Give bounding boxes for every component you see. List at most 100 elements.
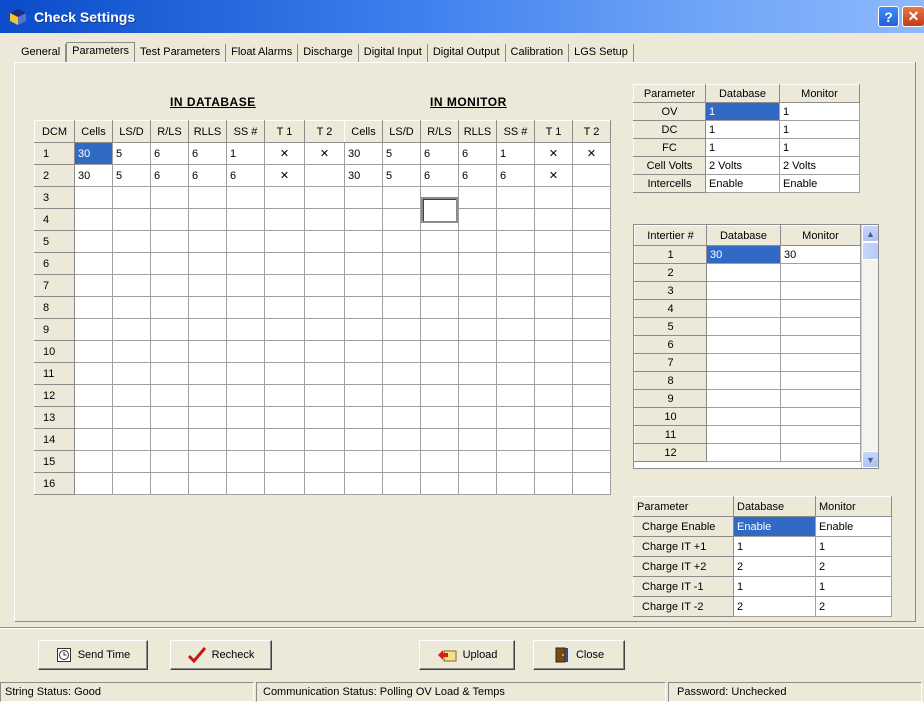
monitor-cell[interactable] — [344, 340, 383, 363]
monitor-cell[interactable] — [572, 318, 611, 341]
db-cell[interactable] — [112, 274, 151, 297]
charge-cell[interactable]: 2 — [815, 596, 892, 617]
db-cell[interactable] — [74, 384, 113, 407]
tab-calibration[interactable]: Calibration — [506, 44, 570, 62]
monitor-column-header[interactable]: RLLS — [458, 120, 497, 143]
monitor-cell[interactable] — [496, 340, 535, 363]
monitor-cell[interactable] — [572, 186, 611, 209]
db-cell[interactable] — [264, 318, 305, 341]
db-cell[interactable] — [304, 252, 345, 275]
db-cell[interactable] — [226, 230, 265, 253]
intertier-cell[interactable] — [780, 407, 861, 426]
monitor-cell[interactable] — [496, 450, 535, 473]
intertier-cell[interactable] — [780, 443, 861, 462]
recheck-button[interactable]: Recheck — [170, 640, 272, 670]
intertier-cell[interactable] — [706, 443, 781, 462]
intertier-cell[interactable] — [780, 281, 861, 300]
db-cell[interactable] — [112, 340, 151, 363]
tab-digital-output[interactable]: Digital Output — [428, 44, 506, 62]
db-cell[interactable] — [226, 318, 265, 341]
monitor-cell[interactable] — [420, 296, 459, 319]
db-cell[interactable] — [226, 384, 265, 407]
monitor-cell[interactable] — [572, 472, 611, 495]
monitor-column-header[interactable]: LS/D — [382, 120, 421, 143]
db-cell[interactable] — [226, 362, 265, 385]
monitor-cell[interactable] — [534, 318, 573, 341]
monitor-cell[interactable] — [344, 450, 383, 473]
monitor-cell[interactable] — [458, 318, 497, 341]
db-cell[interactable] — [264, 208, 305, 231]
db-cell[interactable] — [188, 252, 227, 275]
db-cell[interactable] — [264, 450, 305, 473]
monitor-cell[interactable] — [496, 384, 535, 407]
monitor-cell[interactable] — [344, 406, 383, 429]
scroll-thumb[interactable] — [862, 242, 878, 260]
monitor-cell[interactable] — [534, 450, 573, 473]
monitor-cell[interactable] — [344, 208, 383, 231]
intertier-column-header[interactable]: Database — [706, 225, 781, 246]
param-cell[interactable]: 1 — [779, 138, 860, 157]
db-cell[interactable] — [226, 472, 265, 495]
param-cell[interactable]: 1 — [705, 120, 780, 139]
monitor-cell[interactable]: 5 — [382, 142, 421, 165]
monitor-cell[interactable] — [534, 296, 573, 319]
monitor-cell[interactable] — [572, 230, 611, 253]
monitor-cell[interactable] — [420, 362, 459, 385]
db-cell[interactable] — [150, 428, 189, 451]
db-cell[interactable] — [304, 362, 345, 385]
db-cell[interactable] — [74, 318, 113, 341]
intertier-cell[interactable] — [706, 263, 781, 282]
charge-column-header[interactable]: Database — [733, 496, 816, 517]
db-cell[interactable] — [188, 428, 227, 451]
intertier-cell[interactable] — [706, 299, 781, 318]
monitor-cell[interactable] — [344, 428, 383, 451]
db-cell[interactable] — [112, 208, 151, 231]
monitor-cell[interactable]: 5 — [382, 164, 421, 187]
monitor-cell[interactable] — [572, 384, 611, 407]
db-cell[interactable] — [150, 340, 189, 363]
monitor-cell[interactable] — [496, 274, 535, 297]
monitor-column-header[interactable]: T 1 — [534, 120, 573, 143]
monitor-cell[interactable] — [496, 428, 535, 451]
scroll-up-icon[interactable]: ▲ — [862, 225, 878, 242]
monitor-cell[interactable] — [572, 362, 611, 385]
param-cell[interactable]: Enable — [779, 174, 860, 193]
db-column-header[interactable]: SS # — [226, 120, 265, 143]
monitor-cell[interactable] — [458, 274, 497, 297]
param-cell[interactable]: 1 — [705, 102, 780, 121]
monitor-cell[interactable] — [572, 296, 611, 319]
param-cell[interactable]: 2 Volts — [705, 156, 780, 175]
param-cell[interactable]: 2 Volts — [779, 156, 860, 175]
monitor-cell[interactable] — [344, 384, 383, 407]
monitor-cell[interactable] — [534, 406, 573, 429]
db-cell[interactable]: 6 — [188, 142, 227, 165]
monitor-cell[interactable] — [496, 296, 535, 319]
monitor-cell[interactable] — [458, 384, 497, 407]
monitor-cell[interactable]: 30 — [344, 142, 383, 165]
intertier-scrollbar[interactable]: ▲ ▼ — [861, 225, 878, 468]
db-cell[interactable] — [112, 428, 151, 451]
window-close-button[interactable]: ✕ — [902, 6, 924, 27]
db-cell[interactable]: 6 — [150, 142, 189, 165]
monitor-cell[interactable]: ✕ — [534, 142, 573, 165]
db-cell[interactable] — [304, 274, 345, 297]
db-cell[interactable] — [74, 340, 113, 363]
monitor-cell[interactable] — [534, 472, 573, 495]
db-cell[interactable] — [150, 472, 189, 495]
monitor-cell[interactable] — [420, 472, 459, 495]
param-column-header[interactable]: Database — [705, 84, 780, 103]
monitor-cell[interactable] — [458, 230, 497, 253]
monitor-cell[interactable] — [458, 406, 497, 429]
monitor-cell[interactable] — [344, 362, 383, 385]
db-cell[interactable]: 6 — [226, 164, 265, 187]
db-cell[interactable] — [112, 362, 151, 385]
intertier-cell[interactable] — [780, 263, 861, 282]
monitor-cell[interactable] — [572, 164, 611, 187]
tab-test-parameters[interactable]: Test Parameters — [135, 44, 227, 62]
monitor-cell[interactable] — [534, 384, 573, 407]
tab-digital-input[interactable]: Digital Input — [359, 44, 428, 62]
monitor-cell[interactable] — [420, 450, 459, 473]
monitor-cell[interactable] — [420, 274, 459, 297]
db-cell[interactable] — [264, 406, 305, 429]
db-cell[interactable] — [264, 340, 305, 363]
